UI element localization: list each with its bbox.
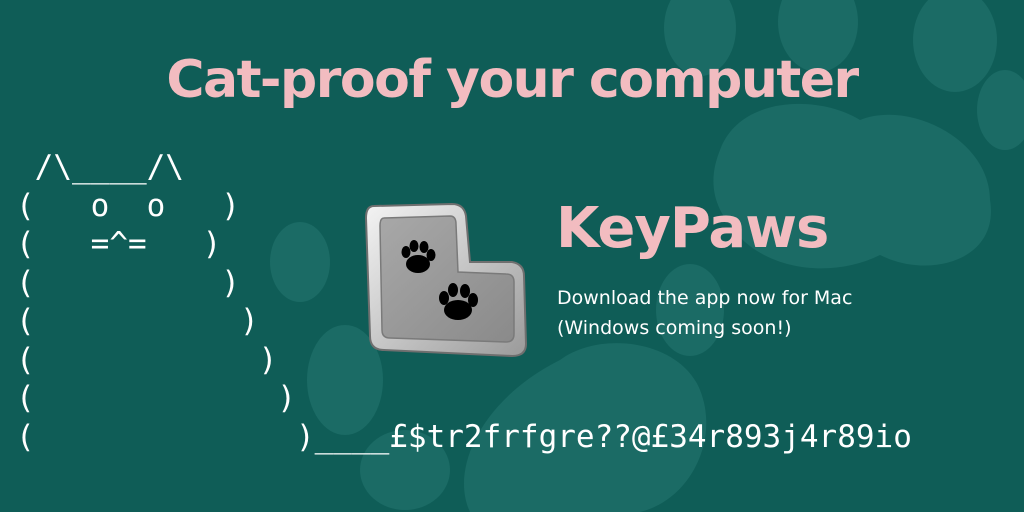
headline: Cat-proof your computer [166, 50, 859, 110]
ascii-line: ( =^= ) [16, 226, 222, 262]
tagline: Download the app now for Mac (Windows co… [557, 283, 852, 343]
ascii-line: ( ) [16, 380, 296, 416]
paw-key-icon [364, 202, 528, 358]
app-name: KeyPaws [556, 196, 829, 261]
tagline-line-2: (Windows coming soon!) [557, 317, 792, 339]
ascii-line: ( ) [16, 303, 259, 339]
tagline-line-1: Download the app now for Mac [557, 287, 853, 309]
ascii-line: ( )____£$tr2frfgre??@£34r893j4r89io [16, 418, 912, 455]
ascii-line: ( o o ) [16, 187, 240, 224]
ascii-line: ( ) [16, 264, 240, 301]
ascii-line: ( ) [16, 341, 278, 378]
ascii-line: /\____/\ [16, 149, 184, 185]
